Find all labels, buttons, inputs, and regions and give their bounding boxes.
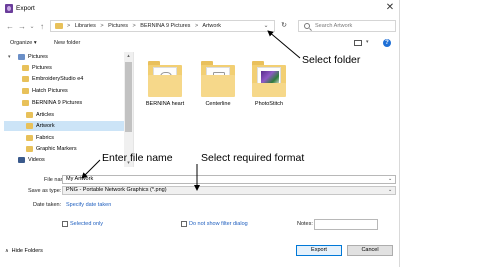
export-button[interactable]: Export (296, 245, 342, 256)
nav-item-label: Artwork (36, 123, 55, 129)
close-icon[interactable]: ✕ (384, 2, 396, 14)
export-dialog: Export ✕ ← → ⌄ ↑ > Libraries > Pictures … (0, 0, 400, 267)
nav-item-embroiderystudio[interactable]: EmbroideryStudio e4 (4, 74, 128, 84)
breadcrumb-separator: > (194, 23, 199, 29)
nav-item-bernina-9-pictures[interactable]: BERNINA 9 Pictures (4, 98, 128, 108)
nav-scrollbar[interactable]: ▴ ▾ (124, 52, 133, 167)
help-icon[interactable]: ? (383, 39, 391, 47)
nav-item-label: Articles (36, 112, 55, 118)
nav-item-articles[interactable]: Articles (4, 110, 128, 120)
file-centerline[interactable]: Centerline (193, 55, 243, 115)
nav-item-artwork[interactable]: Artwork (4, 121, 128, 131)
breadcrumb-libraries[interactable]: Libraries (75, 23, 96, 29)
no-filter-dialog-checkbox[interactable] (181, 221, 187, 227)
video-icon (18, 157, 25, 163)
folder-icon (26, 112, 33, 118)
expander-icon[interactable]: ▾ (8, 52, 11, 62)
organize-button[interactable]: Organize ▾ (10, 40, 37, 46)
folder-icon (55, 23, 63, 29)
nav-item-fabrics[interactable]: Fabrics (4, 133, 128, 143)
new-folder-button[interactable]: New folder (54, 40, 80, 46)
selected-only-checkbox[interactable] (62, 221, 68, 227)
app-icon (5, 4, 13, 13)
file-label: PhotoStitch (254, 101, 284, 107)
view-options-icon[interactable] (354, 40, 362, 46)
annotation-select-folder: Select folder (302, 54, 361, 66)
title-bar: Export ✕ (0, 0, 400, 18)
nav-item-label: Hatch Pictures (32, 88, 68, 94)
folder-icon (22, 88, 29, 94)
annotation-select-format: Select required format (201, 152, 305, 164)
folder-icon (22, 100, 29, 106)
search-icon (304, 23, 310, 29)
chevron-up-icon: ∧ (5, 248, 9, 254)
annotation-enter-file-name: Enter file name (102, 152, 173, 164)
breadcrumb-artwork[interactable]: Artwork (202, 23, 221, 29)
nav-item-hatch-pictures[interactable]: Hatch Pictures (4, 86, 128, 96)
breadcrumb-bernina-9-pictures[interactable]: BERNINA 9 Pictures (140, 23, 190, 29)
nav-item-label: BERNINA 9 Pictures (32, 100, 83, 106)
view-dropdown-icon[interactable]: ▾ (366, 39, 369, 45)
folder-icon (26, 146, 33, 152)
file-bernina-heart[interactable]: BERNINA heart (140, 55, 190, 115)
nav-item-label: Fabrics (36, 135, 55, 141)
scroll-up-icon[interactable]: ▴ (124, 52, 133, 60)
selected-only-label[interactable]: Selected only (70, 221, 103, 227)
file-label: Centerline (205, 101, 231, 107)
library-icon (18, 54, 25, 60)
file-name-field[interactable]: My Artwork (62, 175, 396, 184)
hide-folders-button[interactable]: ∧ Hide Folders (5, 248, 43, 254)
window-title: Export (16, 5, 35, 12)
nav-item-pictures[interactable]: Pictures (4, 63, 128, 73)
file-name-dropdown-icon[interactable]: ⌄ (388, 176, 392, 182)
save-as-type-select[interactable]: PNG - Portable Network Graphics (*.png) (62, 186, 396, 195)
nav-item-label: Videos (28, 157, 45, 163)
save-as-type-dropdown-icon[interactable]: ⌄ (388, 187, 392, 193)
folder-icon (252, 61, 286, 97)
nav-item-pictures-library[interactable]: ▾ Pictures (4, 52, 128, 62)
nav-item-label: Graphic Markers (36, 146, 77, 152)
refresh-icon[interactable]: ↻ (278, 21, 290, 31)
back-arrow-icon[interactable]: ← (5, 22, 15, 32)
folder-icon (22, 76, 29, 82)
folder-icon (201, 61, 235, 97)
file-photostitch[interactable]: PhotoStitch (244, 55, 294, 115)
notes-field[interactable] (314, 219, 378, 230)
breadcrumb-separator: > (67, 23, 71, 29)
breadcrumb-pictures[interactable]: Pictures (108, 23, 128, 29)
specify-date-taken-link[interactable]: Specify date taken (66, 202, 111, 208)
address-dropdown-icon[interactable]: ⌄ (262, 22, 270, 30)
notes-label: Notes: (297, 221, 313, 227)
folder-icon (22, 65, 29, 71)
file-label: BERNINA heart (145, 101, 185, 107)
navigation-pane: ▾ Pictures Pictures EmbroideryStudio e4 … (0, 52, 134, 167)
cancel-button[interactable]: Cancel (347, 245, 393, 256)
breadcrumb-separator: > (132, 23, 136, 29)
save-as-type-label: Save as type: (28, 188, 62, 194)
folder-icon (26, 135, 33, 141)
breadcrumb-separator: > (100, 23, 104, 29)
nav-item-label: Pictures (32, 65, 52, 71)
recent-locations-dropdown-icon[interactable]: ⌄ (27, 22, 37, 32)
search-input[interactable]: Search Artwork (298, 20, 396, 32)
folder-icon (148, 61, 182, 97)
breadcrumb: > Libraries > Pictures > BERNINA 9 Pictu… (67, 23, 224, 29)
search-placeholder: Search Artwork (315, 23, 353, 29)
nav-item-label: EmbroideryStudio e4 (32, 76, 84, 82)
no-filter-dialog-label[interactable]: Do not show filter dialog (189, 221, 248, 227)
folder-icon (26, 123, 33, 129)
nav-item-label: Pictures (28, 54, 48, 60)
up-arrow-icon[interactable]: ↑ (37, 22, 47, 32)
forward-arrow-icon[interactable]: → (17, 22, 27, 32)
address-bar[interactable]: > Libraries > Pictures > BERNINA 9 Pictu… (50, 20, 275, 32)
date-taken-label: Date taken: (33, 202, 62, 208)
hide-folders-label: Hide Folders (11, 248, 43, 254)
scroll-thumb[interactable] (125, 62, 132, 132)
